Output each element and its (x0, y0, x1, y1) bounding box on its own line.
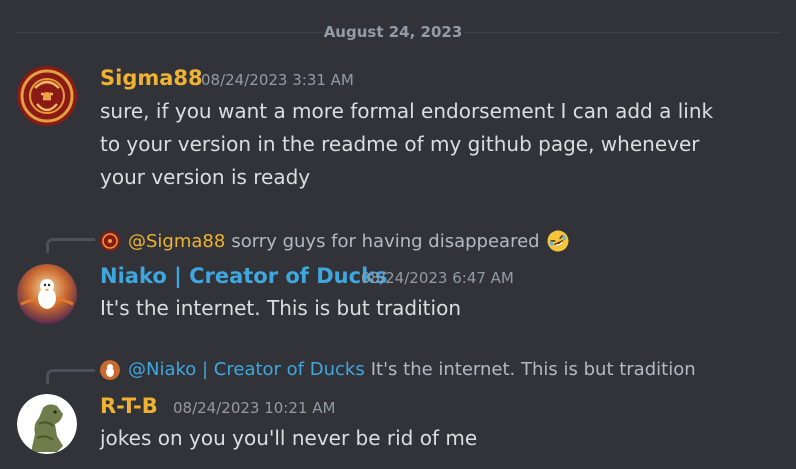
reply-mention[interactable]: @Niako | Creator of Ducks (128, 359, 365, 380)
rofl-emoji (546, 229, 570, 253)
message-line: It's the internet. This is but tradition (100, 296, 461, 320)
reply-text: It's the internet. This is but tradition (370, 359, 696, 380)
author-name[interactable]: Niako | Creator of Ducks (100, 264, 388, 288)
avatar-rtb[interactable] (17, 394, 77, 454)
divider-line-right (464, 32, 780, 33)
message-content: It's the internet. This is but tradition (100, 292, 461, 325)
message-timestamp[interactable]: 08/24/2023 3:31 AM (201, 71, 354, 89)
date-divider: August 24, 2023 (0, 22, 796, 42)
avatar-sigma88[interactable] (17, 66, 77, 126)
reply-text: sorry guys for having disappeared (231, 230, 540, 252)
message-timestamp[interactable]: 08/24/2023 6:47 AM (361, 269, 514, 287)
divider-line-left (16, 32, 322, 33)
message-content: sure, if you want a more formal endorsem… (100, 95, 713, 194)
reply-preview[interactable]: @Sigma88 sorry guys for having disappear… (100, 229, 570, 253)
reply-avatar (100, 359, 120, 380)
reply-connector (46, 369, 95, 384)
message-line: jokes on you you'll never be rid of me (100, 426, 478, 450)
message-line: sure, if you want a more formal endorsem… (100, 99, 714, 123)
avatar-niako[interactable] (17, 264, 77, 324)
message-line: your version is ready (100, 165, 311, 189)
author-name[interactable]: Sigma88 (100, 66, 203, 90)
reply-preview[interactable]: @Niako | Creator of Ducks It's the inter… (100, 359, 696, 380)
message-timestamp[interactable]: 08/24/2023 10:21 AM (173, 399, 335, 417)
reply-avatar (100, 231, 120, 251)
reply-mention[interactable]: @Sigma88 (128, 231, 225, 252)
divider-date: August 24, 2023 (323, 23, 463, 41)
message-content: jokes on you you'll never be rid of me (100, 422, 477, 455)
author-name[interactable]: R-T-B (100, 394, 158, 418)
reply-connector (46, 238, 95, 253)
message-line: to your version in the readme of my gith… (100, 132, 700, 156)
